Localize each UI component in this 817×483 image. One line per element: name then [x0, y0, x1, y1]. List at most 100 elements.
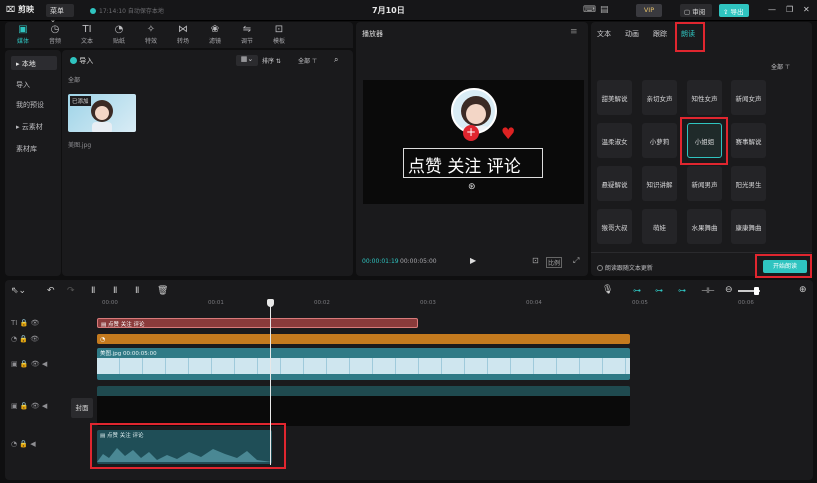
sidebar-item-import[interactable]: 导入: [11, 77, 57, 91]
current-time: 00:00:01:19: [362, 258, 399, 265]
main-track-controls[interactable]: ▣ 🔒 👁 ◀: [11, 402, 47, 410]
autosave-status: 17:14:10 自动保存本地: [90, 6, 164, 15]
microphone-icon[interactable]: 🎙: [602, 285, 613, 295]
ruler-tick: 00:01: [208, 300, 224, 306]
sidebar-item-local-label: 本地: [21, 60, 36, 68]
tab-media[interactable]: ▣ 媒体: [9, 24, 37, 45]
select-tool-icon[interactable]: ⇖⌄: [11, 286, 26, 296]
zoom-slider-handle[interactable]: [754, 287, 759, 295]
tab-effects[interactable]: ✧ 特效: [137, 24, 165, 45]
tab-transition[interactable]: ⋈ 转场: [169, 24, 197, 45]
voice-item[interactable]: 亲切女声: [642, 80, 677, 115]
search-icon[interactable]: ⌕: [334, 55, 338, 65]
follow-text-toggle[interactable]: 朗读跟随文本更新: [597, 263, 653, 272]
video-clip-name: 美图.jpg: [100, 351, 122, 357]
blank-clip[interactable]: 黑场 00:00:05:00: [97, 386, 630, 426]
restore-button[interactable]: ❐: [786, 5, 793, 14]
link-preview-icon[interactable]: ⊶: [678, 286, 686, 295]
export-button[interactable]: ⇪ 导出: [719, 4, 749, 17]
autosave-text: 17:14:10 自动保存本地: [99, 8, 164, 15]
media-sidebar: ▸ 本地 导入 我的预设 ▸ 云素材 素材库: [5, 50, 61, 276]
split-left-icon[interactable]: Ⅱ: [113, 286, 117, 296]
sidebar-item-my-presets[interactable]: 我的预设: [11, 97, 57, 111]
menu-button[interactable]: 菜单 ⌄: [46, 4, 74, 24]
sidebar-item-cloud-label: 云素材: [21, 123, 43, 131]
voice-item[interactable]: 知性女声: [687, 80, 722, 115]
layout-icon[interactable]: ▤: [600, 5, 609, 15]
link-auto-icon[interactable]: ⊶: [655, 286, 663, 295]
vip-badge[interactable]: VIP: [636, 4, 662, 17]
voice-item[interactable]: 水果舞曲: [687, 209, 722, 244]
playhead[interactable]: [270, 300, 271, 465]
audio-track-controls[interactable]: ◔ 🔒 ◀: [11, 440, 36, 448]
sticker-clip[interactable]: ◔: [97, 334, 630, 344]
zoom-out-icon[interactable]: ⊖: [725, 285, 733, 295]
time-ruler[interactable]: 00:00 00:01 00:02 00:03 00:04 00:05 00:0…: [97, 300, 807, 312]
video-track-controls[interactable]: ▣ 🔒 👁 ◀: [11, 360, 47, 368]
tab-adjust-label: 调节: [240, 38, 253, 45]
keyboard-icon[interactable]: ⌨: [583, 5, 596, 15]
voice-item[interactable]: 新闻男声: [687, 166, 722, 201]
ruler-tick: 00:03: [420, 300, 436, 306]
tab-adjust[interactable]: ⇋ 调节: [233, 24, 261, 45]
sidebar-item-local[interactable]: ▸ 本地: [11, 56, 57, 70]
playhead-handle[interactable]: [267, 299, 274, 307]
rotate-handle-icon[interactable]: ⊛: [468, 182, 476, 192]
filter-button[interactable]: 全部 ⊤: [298, 56, 317, 65]
sticker-track-controls[interactable]: ◔ 🔒 👁: [11, 335, 39, 343]
zoom-in-icon[interactable]: ⊕: [799, 285, 807, 295]
voice-item[interactable]: 悬疑解说: [597, 166, 632, 201]
voice-item[interactable]: 知识讲解: [642, 166, 677, 201]
tab-tracking[interactable]: 跟踪: [653, 29, 667, 39]
fullscreen-icon[interactable]: ⤢: [573, 256, 579, 266]
voice-filter-button[interactable]: 全部 ⊤: [771, 62, 790, 71]
ratio-button[interactable]: 比例: [546, 257, 563, 268]
sort-button[interactable]: 排序 ⇅: [262, 56, 281, 65]
preview-canvas[interactable]: + ♥ 点赞 关注 评论 ⊛: [363, 80, 584, 204]
highlight-read-tab: [675, 22, 705, 52]
align-icon[interactable]: ⊣⊢: [701, 286, 715, 295]
text-clip[interactable]: ▤ 点赞 关注 评论: [97, 318, 418, 328]
voice-item[interactable]: 温柔淑女: [597, 123, 632, 158]
tab-animation[interactable]: 动画: [625, 29, 639, 39]
voice-item[interactable]: 甜美解说: [597, 80, 632, 115]
voice-item[interactable]: 赛事解说: [731, 123, 766, 158]
highlight-selected-voice: [680, 117, 728, 165]
play-icon[interactable]: ▶: [470, 256, 476, 265]
import-button[interactable]: 导入: [70, 56, 93, 66]
undo-icon[interactable]: ↶: [47, 286, 55, 296]
sidebar-item-library[interactable]: 素材库: [11, 141, 57, 155]
voice-item[interactable]: 猴哥大叔: [597, 209, 632, 244]
tab-text[interactable]: TI 文本: [73, 24, 101, 45]
media-thumbnail[interactable]: 已添加: [68, 94, 136, 132]
cover-button[interactable]: 封面: [71, 398, 93, 418]
tab-audio[interactable]: ◷ 音频: [41, 24, 69, 45]
text-track-controls[interactable]: TI 🔒 👁: [11, 319, 39, 327]
split-right-icon[interactable]: Ⅱ: [135, 286, 139, 296]
tab-template[interactable]: ⊡ 模板: [265, 24, 293, 45]
redo-icon[interactable]: ↷: [67, 286, 75, 296]
voice-item[interactable]: 阳光男生: [731, 166, 766, 201]
voice-item[interactable]: 新闻女声: [731, 80, 766, 115]
close-button[interactable]: ✕: [803, 5, 810, 14]
tab-sticker[interactable]: ◔ 贴纸: [105, 24, 133, 45]
video-clip[interactable]: 美图.jpg 00:00:05:00: [97, 348, 630, 380]
tab-media-label: 媒体: [16, 38, 29, 45]
fit-screen-icon[interactable]: ⊡: [532, 256, 539, 265]
text-selection-box[interactable]: 点赞 关注 评论: [403, 148, 543, 178]
tab-text-label: 文本: [80, 38, 93, 45]
tab-filter[interactable]: ❀ 滤镜: [201, 24, 229, 45]
player-menu-icon[interactable]: ≡: [570, 27, 578, 37]
minimize-button[interactable]: —: [768, 5, 776, 14]
split-icon[interactable]: Ⅱ: [91, 286, 95, 296]
tab-text-prop[interactable]: 文本: [597, 29, 611, 39]
review-button[interactable]: ▢ 审阅: [680, 4, 712, 17]
voice-item[interactable]: 康康舞曲: [731, 209, 766, 244]
sidebar-item-cloud[interactable]: ▸ 云素材: [11, 119, 57, 133]
voice-item[interactable]: 小萝莉: [642, 123, 677, 158]
link-main-icon[interactable]: ⊶: [633, 286, 641, 295]
delete-icon[interactable]: 🗑: [157, 286, 168, 296]
import-label: 导入: [79, 57, 94, 65]
grid-view-icon[interactable]: ▦⌄: [236, 55, 258, 66]
voice-item[interactable]: 萌娃: [642, 209, 677, 244]
